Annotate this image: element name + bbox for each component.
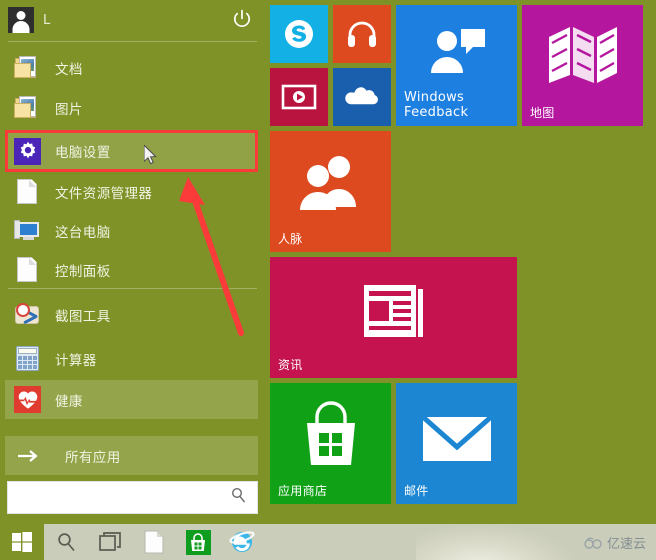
taskbar: 亿速云 — [0, 524, 656, 560]
tile-maps[interactable]: 地图 — [522, 5, 643, 126]
health-heart-icon — [14, 386, 41, 413]
sidebar-item-label: 计算器 — [55, 352, 97, 369]
internet-explorer-icon — [229, 531, 255, 552]
taskbar-file-explorer-button[interactable] — [132, 524, 176, 560]
arrow-right-icon — [14, 442, 41, 469]
control-panel-icon — [14, 256, 41, 283]
sidebar-item-this-pc[interactable]: 这台电脑 — [5, 211, 258, 250]
store-bag-icon — [185, 529, 211, 555]
tile-windows-feedback[interactable]: Windows Feedback — [396, 5, 517, 126]
tile-mail[interactable]: 邮件 — [396, 383, 517, 504]
tile-skype[interactable] — [270, 5, 328, 63]
sidebar-item-calculator[interactable]: 计算器 — [5, 339, 258, 378]
user-account-row[interactable]: L — [0, 0, 265, 40]
sidebar-item-control-panel[interactable]: 控制面板 — [5, 250, 258, 289]
search-input[interactable] — [8, 482, 230, 513]
start-button[interactable] — [0, 524, 44, 560]
watermark-text: 亿速云 — [606, 537, 646, 552]
watermark: 亿速云 — [584, 533, 646, 552]
tile-label: 地图 — [530, 106, 555, 120]
tile-music[interactable] — [333, 5, 391, 63]
search-box[interactable] — [7, 481, 258, 514]
divider-top — [8, 41, 257, 42]
tile-store[interactable]: 应用商店 — [270, 383, 391, 504]
file-explorer-icon — [144, 530, 164, 554]
windows-logo-icon — [12, 532, 32, 552]
taskbar-store-button[interactable] — [176, 524, 220, 560]
taskbar-internet-explorer-button[interactable] — [220, 524, 264, 560]
tile-label: 资讯 — [278, 358, 303, 372]
tile-onedrive[interactable] — [333, 68, 391, 126]
sidebar-item-documents[interactable]: 文档 — [5, 48, 258, 87]
tile-label: 应用商店 — [278, 484, 328, 498]
start-menu-left-panel: L 文档 图片 电脑设置 文件资源管理器 这台电脑 控制面板 截图工具 计算器 … — [0, 0, 265, 524]
sidebar-item-label: 控制面板 — [55, 263, 111, 280]
start-menu-tiles-panel: Windows Feedback 地图 人脉 资讯 应用商店 邮件 — [265, 0, 656, 524]
power-icon[interactable] — [231, 8, 253, 30]
tile-label: Windows Feedback — [404, 90, 469, 120]
sidebar-item-label: 电脑设置 — [55, 145, 111, 161]
start-menu: L 文档 图片 电脑设置 文件资源管理器 这台电脑 控制面板 截图工具 计算器 … — [0, 0, 656, 524]
cloud-logo-icon — [584, 536, 602, 549]
folder-documents-icon — [14, 54, 41, 81]
tile-label: 邮件 — [404, 484, 429, 498]
sidebar-item-pc-settings[interactable]: 电脑设置 — [5, 132, 258, 170]
desktop-background-blur — [416, 524, 576, 560]
all-apps-label: 所有应用 — [65, 449, 121, 466]
tile-label: 人脉 — [278, 232, 303, 246]
divider-middle — [8, 288, 257, 289]
folder-pictures-icon — [14, 94, 41, 121]
this-pc-icon — [14, 217, 41, 244]
taskbar-task-view-button[interactable] — [88, 524, 132, 560]
taskbar-search-button[interactable] — [44, 524, 88, 560]
user-avatar-icon[interactable] — [8, 7, 34, 33]
sidebar-item-label: 健康 — [55, 393, 83, 410]
sidebar-item-health[interactable]: 健康 — [5, 380, 258, 419]
search-icon[interactable] — [230, 487, 247, 508]
tile-news[interactable]: 资讯 — [270, 257, 517, 378]
all-apps-button[interactable]: 所有应用 — [5, 436, 258, 475]
sidebar-item-label: 文档 — [55, 61, 83, 78]
sidebar-item-label: 图片 — [55, 101, 83, 118]
sidebar-item-snipping-tool[interactable]: 截图工具 — [5, 295, 258, 334]
sidebar-item-pictures[interactable]: 图片 — [5, 88, 258, 127]
calculator-icon — [14, 345, 41, 372]
snipping-tool-icon — [14, 301, 41, 328]
tile-people[interactable]: 人脉 — [270, 131, 391, 252]
task-view-icon — [99, 532, 121, 551]
file-explorer-icon — [14, 178, 41, 205]
tile-video[interactable] — [270, 68, 328, 126]
sidebar-item-label: 截图工具 — [55, 308, 111, 325]
sidebar-item-label: 文件资源管理器 — [55, 185, 153, 202]
sidebar-item-file-explorer[interactable]: 文件资源管理器 — [5, 172, 258, 211]
gear-settings-icon — [14, 137, 41, 165]
user-account-name: L — [43, 12, 51, 28]
sidebar-item-label: 这台电脑 — [55, 224, 111, 241]
search-icon — [57, 532, 75, 551]
